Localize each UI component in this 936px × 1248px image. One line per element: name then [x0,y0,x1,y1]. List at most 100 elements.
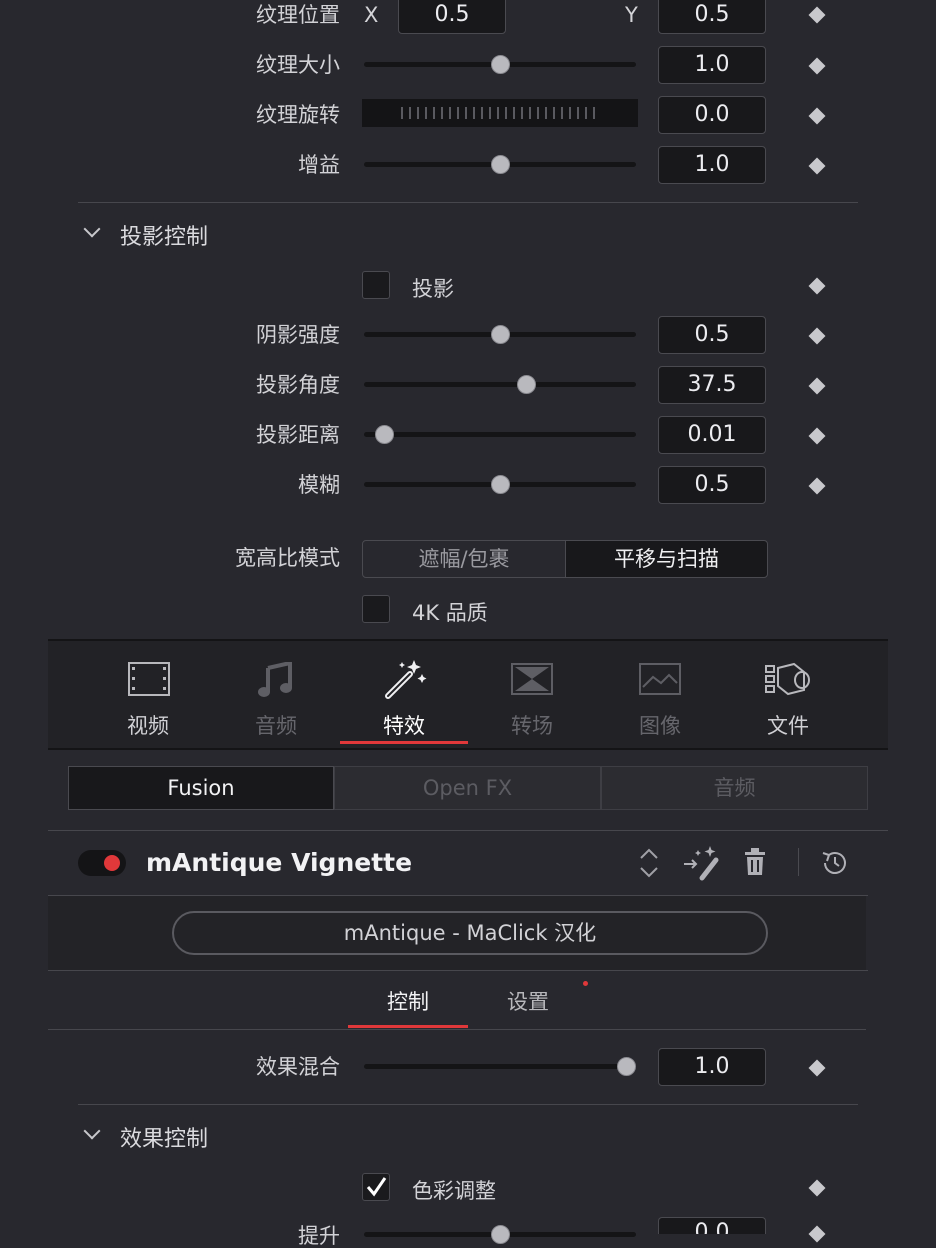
shadow-strength-label: 阴影强度 [256,323,340,347]
jog-ticks-icon [401,107,595,119]
keyframe-diamond-icon[interactable] [808,327,826,345]
color-adjust-label: 色彩调整 [412,1179,496,1203]
tab-images[interactable]: 图像 [610,710,710,740]
effect-blend-label: 效果混合 [256,1055,340,1079]
keyframe-diamond-icon[interactable] [808,6,826,24]
texture-size-field[interactable]: 1.0 [658,46,766,84]
slider-knob[interactable] [491,475,510,494]
shadow-section-title[interactable]: 投影控制 [120,219,208,251]
preset-button[interactable]: mAntique - MaClick 汉化 [172,911,768,955]
lift-label: 提升 [298,1224,340,1248]
shadow-angle-slider[interactable] [364,375,636,394]
keyframe-diamond-icon[interactable] [808,107,826,125]
toggle-red-dot [104,855,120,871]
divider [78,202,858,203]
shadow-checkbox[interactable] [362,271,390,299]
fx-tab-fusion[interactable]: Fusion [68,766,334,810]
tab-transitions[interactable]: 转场 [482,710,582,740]
color-adjust-checkbox[interactable] [362,1173,390,1201]
blur-field[interactable]: 0.5 [658,466,766,504]
effect-enable-toggle[interactable] [78,850,126,876]
texture-y-field[interactable]: 0.5 [658,0,766,34]
reset-icon[interactable] [820,848,850,882]
film-icon[interactable] [128,662,170,700]
active-tab-indicator [340,741,468,744]
magic-wand-icon[interactable] [384,658,428,704]
keyframe-diamond-icon[interactable] [808,427,826,445]
transition-icon[interactable] [511,663,553,699]
tab-effects[interactable]: 特效 [354,710,454,740]
file-camera-icon[interactable] [764,662,812,700]
fx-tab-audio[interactable]: 音频 [601,766,868,810]
blur-slider[interactable] [364,475,636,494]
shadow-angle-field[interactable]: 37.5 [658,366,766,404]
4k-quality-checkbox[interactable] [362,595,390,623]
chevron-down-icon[interactable] [83,1122,101,1140]
chevron-down-icon[interactable] [83,220,101,238]
keyframe-diamond-icon[interactable] [808,1225,826,1243]
gain-label: 增益 [298,153,340,177]
effect-blend-slider[interactable] [364,1057,636,1076]
apply-effect-wand-icon[interactable] [682,844,722,886]
divider [48,970,868,971]
lift-slider[interactable] [364,1225,636,1244]
active-subtab-indicator [348,1025,468,1028]
slider-knob[interactable] [617,1057,636,1076]
texture-size-slider[interactable] [364,55,636,74]
music-note-icon[interactable] [258,660,292,702]
keyframe-diamond-icon[interactable] [808,1059,826,1077]
tab-files[interactable]: 文件 [738,710,838,740]
keyframe-diamond-icon[interactable] [808,377,826,395]
rotation-jog-wheel[interactable] [362,99,638,127]
texture-size-label: 纹理大小 [256,53,340,77]
subtab-controls[interactable]: 控制 [348,986,468,1016]
reorder-chevrons-icon[interactable] [638,846,660,884]
effect-blend-field[interactable]: 1.0 [658,1048,766,1086]
y-axis-label: Y [625,3,638,27]
aspect-option-pan-scan[interactable]: 平移与扫描 [565,540,768,578]
x-axis-label: X [364,3,379,27]
texture-position-label: 纹理位置 [256,3,340,27]
shadow-strength-slider[interactable] [364,325,636,344]
keyframe-diamond-icon[interactable] [808,277,826,295]
gain-field[interactable]: 1.0 [658,146,766,184]
divider [48,830,888,831]
lift-field[interactable]: 0.0 [658,1217,766,1234]
texture-x-field[interactable]: 0.5 [398,0,506,34]
keyframe-diamond-icon[interactable] [808,477,826,495]
shadow-distance-label: 投影距离 [256,423,340,447]
gain-slider[interactable] [364,155,636,174]
shadow-distance-field[interactable]: 0.01 [658,416,766,454]
divider [78,1104,858,1105]
texture-rotation-field[interactable]: 0.0 [658,96,766,134]
aspect-option-letterbox[interactable]: 遮幅/包裹 [362,540,566,578]
texture-rotation-label: 纹理旋转 [256,103,340,127]
notification-dot [583,981,588,986]
shadow-strength-field[interactable]: 0.5 [658,316,766,354]
keyframe-diamond-icon[interactable] [808,1179,826,1197]
effect-name: mAntique Vignette [146,848,413,877]
image-icon[interactable] [639,663,681,699]
tab-audio[interactable]: 音频 [226,710,326,740]
slider-knob[interactable] [491,325,510,344]
effect-section-title[interactable]: 效果控制 [120,1121,208,1153]
slider-knob[interactable] [517,375,536,394]
slider-knob[interactable] [375,425,394,444]
slider-knob[interactable] [491,155,510,174]
divider [48,1029,866,1030]
subtab-settings[interactable]: 设置 [468,986,588,1016]
tab-video[interactable]: 视频 [98,710,198,740]
fx-tab-openfx[interactable]: Open FX [334,766,601,810]
shadow-distance-slider[interactable] [364,425,636,444]
checkmark-icon [366,1177,387,1197]
shadow-angle-label: 投影角度 [256,373,340,397]
keyframe-diamond-icon[interactable] [808,57,826,75]
separator [798,848,799,876]
4k-quality-label: 4K 品质 [412,601,488,625]
slider-knob[interactable] [491,1225,510,1244]
slider-knob[interactable] [491,55,510,74]
keyframe-diamond-icon[interactable] [808,157,826,175]
trash-icon[interactable] [744,848,766,880]
shadow-checkbox-label: 投影 [412,277,454,301]
aspect-mode-label: 宽高比模式 [235,546,340,570]
